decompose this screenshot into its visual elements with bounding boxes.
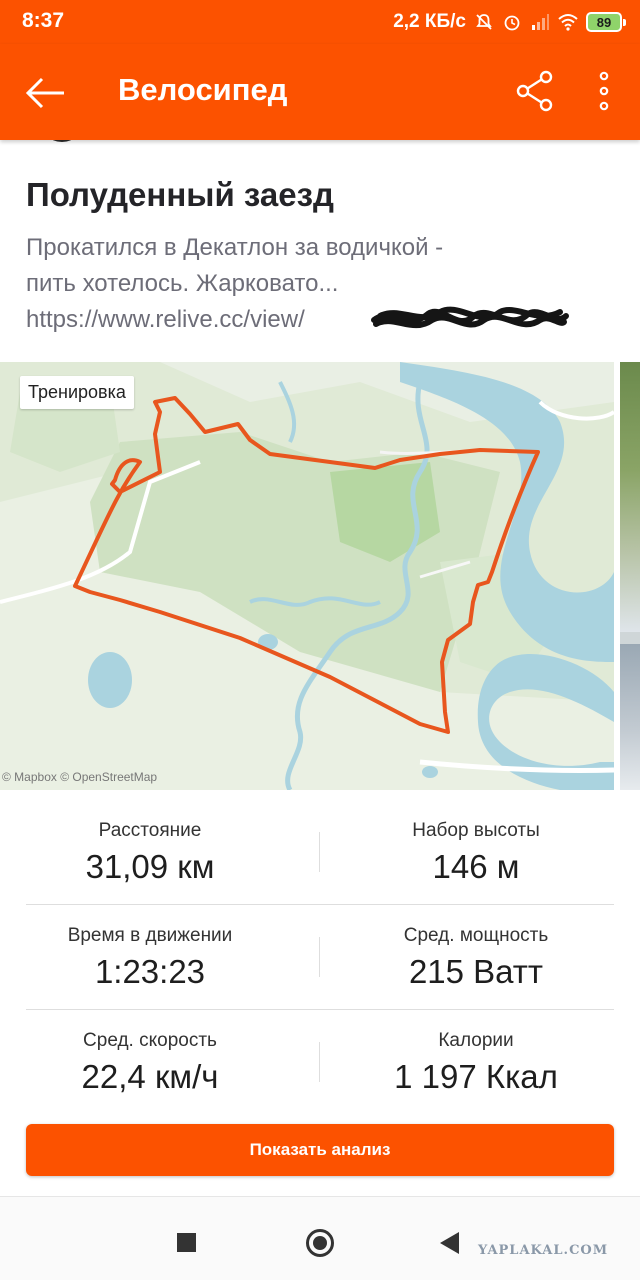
stats-grid: Расстояние 31,09 км Набор высоты 146 м В… xyxy=(26,800,614,1115)
arrow-left-icon[interactable] xyxy=(20,68,70,118)
photo-image xyxy=(620,644,640,790)
stat-divider xyxy=(319,832,320,872)
page-title: Велосипед xyxy=(118,72,288,107)
signal-icon xyxy=(532,14,549,30)
stat-label: Время в движении xyxy=(67,925,233,946)
stat-value: 31,09 км xyxy=(85,848,215,885)
stats-row: Сред. скорость 22,4 км/ч Калории 1 197 К… xyxy=(26,1010,614,1115)
stat-avg-speed: Сред. скорость 22,4 км/ч xyxy=(0,1010,300,1115)
stat-moving-time: Время в движении 1:23:23 xyxy=(0,905,300,1010)
photo-thumbnail[interactable] xyxy=(620,362,640,790)
stat-avg-power: Сред. мощность 215 Ватт xyxy=(326,905,626,1010)
status-icons: 2,2 КБ/с 89 xyxy=(393,10,626,34)
stat-value: 1:23:23 xyxy=(94,953,206,990)
home-icon[interactable] xyxy=(306,1229,334,1257)
back-triangle-icon[interactable] xyxy=(440,1232,459,1254)
stat-divider xyxy=(319,937,320,977)
stat-elevation: Набор высоты 146 м xyxy=(326,800,626,905)
stat-label: Набор высоты xyxy=(412,820,540,841)
status-time: 8:37 xyxy=(22,9,65,32)
stat-calories: Калории 1 197 Ккал xyxy=(326,1010,626,1115)
stat-distance: Расстояние 31,09 км xyxy=(0,800,300,905)
map-attribution[interactable]: © Mapbox © OpenStreetMap xyxy=(2,770,157,784)
status-bar: 8:37 2,2 КБ/с 89 xyxy=(0,0,640,44)
wifi-icon xyxy=(558,14,578,31)
stat-label: Калории xyxy=(438,1030,514,1051)
redaction-scribble xyxy=(371,306,569,329)
recent-apps-icon[interactable] xyxy=(177,1233,196,1252)
show-analysis-button[interactable]: Показать анализ xyxy=(26,1124,614,1176)
stat-label: Расстояние xyxy=(98,820,202,841)
network-speed: 2,2 КБ/с xyxy=(393,11,466,32)
photo-image xyxy=(620,362,640,632)
stat-value: 215 Ватт xyxy=(408,953,544,990)
alarm-icon xyxy=(504,15,520,31)
watermark: YAPLAKAL.COM xyxy=(478,1243,609,1258)
stat-value: 146 м xyxy=(432,848,520,885)
stat-divider xyxy=(319,1042,320,1082)
share-icon[interactable] xyxy=(510,66,560,116)
stat-label: Сред. мощность xyxy=(403,925,549,946)
map-tag[interactable]: Тренировка xyxy=(20,376,134,409)
description-line: Прокатился в Декатлон за водичкой - xyxy=(26,234,444,261)
stat-label: Сред. скорость xyxy=(83,1030,217,1051)
stats-row: Расстояние 31,09 км Набор высоты 146 м xyxy=(26,800,614,905)
route-map[interactable]: Тренировка © Mapbox © OpenStreetMap xyxy=(0,362,614,790)
map-canvas xyxy=(0,362,614,790)
mute-icon xyxy=(476,14,492,30)
stat-value: 1 197 Ккал xyxy=(394,1058,558,1095)
system-nav-bar xyxy=(0,1196,640,1280)
more-vert-icon[interactable] xyxy=(586,66,622,116)
stat-value: 22,4 км/ч xyxy=(81,1058,219,1095)
activity-title: Полуденный заезд xyxy=(26,176,334,213)
stats-row: Время в движении 1:23:23 Сред. мощность … xyxy=(26,905,614,1010)
app-bar: Велосипед xyxy=(0,44,640,140)
description-line: пить хотелось. Жарковато... xyxy=(26,270,339,297)
battery-icon: 89 xyxy=(586,12,626,32)
